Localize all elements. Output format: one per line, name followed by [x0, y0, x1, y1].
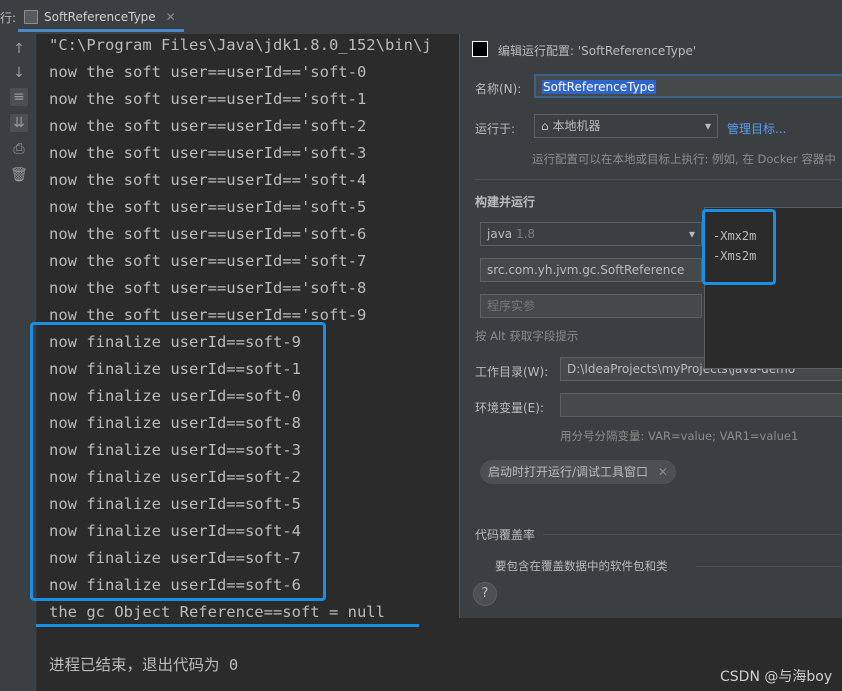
run-label: 行: [0, 11, 17, 25]
watermark: CSDN @与海boy [720, 669, 833, 685]
exit-code-line: 进程已结束，退出代码为 0 [49, 656, 239, 674]
dialog-title: 编辑运行配置: 'SoftReferenceType' [498, 44, 697, 58]
tab-softreferencetype[interactable]: SoftReferenceType ✕ [18, 5, 182, 29]
env-field[interactable] [560, 393, 842, 417]
arrow-down-icon[interactable]: ↓ [10, 64, 28, 82]
console-line: the gc Object Reference==soft = null [49, 603, 385, 621]
run-config-icon [24, 10, 38, 24]
scroll-to-end-icon[interactable]: ⇊ [10, 114, 28, 132]
name-field-value: SoftReferenceType [542, 80, 656, 94]
close-icon[interactable]: ✕ [166, 10, 176, 24]
name-field[interactable]: SoftReferenceType [534, 74, 842, 98]
workdir-label: 工作目录(W): [475, 365, 549, 379]
console-line: now the soft user==userId=='soft-4 [49, 171, 367, 189]
finalize-lines-highlight [30, 322, 326, 601]
console-line: now the soft user==userId=='soft-2 [49, 117, 367, 135]
console-line: "C:\Program Files\Java\jdk1.8.0_152\bin\… [49, 36, 432, 54]
env-label: 环境变量(E): [475, 401, 544, 415]
print-icon[interactable]: ⎙ [10, 140, 28, 158]
manage-targets-link[interactable]: 管理目标... [727, 120, 786, 137]
help-button[interactable]: ? [473, 582, 497, 606]
console-line: now the soft user==userId=='soft-3 [49, 144, 367, 162]
console-line: now the soft user==userId=='soft-0 [49, 63, 367, 81]
run-tool-tabbar: 行: SoftReferenceType ✕ [0, 0, 842, 35]
home-icon: ⌂ [541, 119, 549, 133]
chevron-down-icon: ▾ [688, 227, 695, 241]
gc-line-underline [36, 624, 419, 627]
console-line: now the soft user==userId=='soft-6 [49, 225, 367, 243]
run-on-value: 本地机器 [552, 119, 601, 133]
trash-icon[interactable]: 🗑 [10, 166, 28, 184]
name-label: 名称(N): [475, 82, 522, 96]
env-hint: 用分号分隔变量: VAR=value; VAR1=value1 [560, 429, 799, 443]
coverage-hint: 要包含在覆盖数据中的软件包和类 [495, 559, 668, 573]
edit-run-configuration-dialog: 编辑运行配置: 'SoftReferenceType' 名称(N): SoftR… [459, 34, 842, 618]
console-line: now the soft user==userId=='soft-8 [49, 279, 367, 297]
jdk-version: 1.8 [515, 227, 536, 241]
tab-title: SoftReferenceType [44, 10, 156, 24]
run-on-label: 运行于: [475, 122, 516, 136]
run-on-select[interactable]: ⌂ 本地机器 ▾ [534, 114, 718, 138]
open-tool-window-label: 启动时打开运行/调试工具窗口 [488, 465, 649, 479]
vm-options-highlight [702, 209, 776, 285]
run-on-hint: 运行配置可以在本地或目标上执行: 例如, 在 Docker 容器中 [532, 152, 836, 166]
coverage-label: 代码覆盖率 [475, 528, 536, 542]
chevron-down-icon: ▾ [704, 119, 711, 133]
separator [696, 566, 842, 567]
jdk-value: java [487, 227, 513, 241]
soft-wrap-icon[interactable]: ≡ [10, 88, 28, 106]
separator [543, 534, 842, 535]
console-line: now the soft user==userId=='soft-1 [49, 90, 367, 108]
close-icon[interactable]: ✕ [658, 465, 668, 479]
intellij-logo-icon [472, 41, 488, 57]
alt-hint: 按 Alt 获取字段提示 [475, 329, 579, 343]
open-tool-window-chip[interactable]: 启动时打开运行/调试工具窗口 ✕ [480, 460, 676, 484]
jdk-select[interactable]: java 1.8 ▾ [480, 222, 702, 246]
console-line: now the soft user==userId=='soft-7 [49, 252, 367, 270]
console-line: now the soft user==userId=='soft-5 [49, 198, 367, 216]
program-args-field[interactable]: 程序实参 [480, 294, 702, 318]
arrow-up-icon[interactable]: ↑ [10, 40, 28, 58]
main-class-field[interactable]: src.com.yh.jvm.gc.SoftReference [480, 258, 702, 282]
active-tab-underline [18, 29, 184, 32]
separator [475, 179, 842, 180]
build-run-label: 构建并运行 [475, 195, 536, 209]
